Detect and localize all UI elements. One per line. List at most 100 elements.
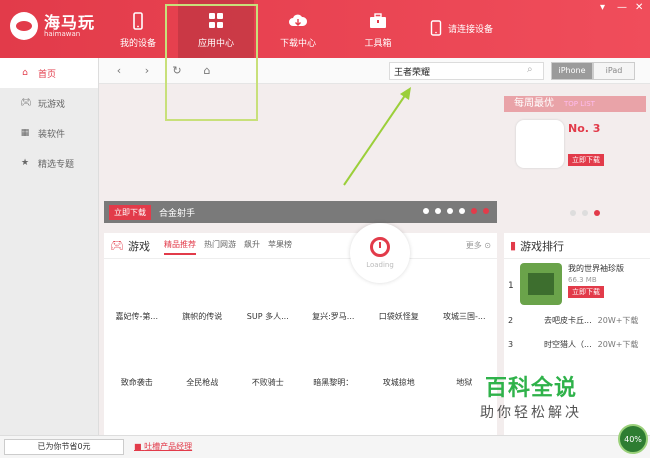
game-item[interactable]: 口袋妖怪复	[366, 311, 432, 322]
games-more-link[interactable]: 更多 ⊙	[466, 240, 491, 251]
tab-hot-online[interactable]: 热门网游	[204, 236, 236, 255]
rank-app-size: 66.3 MB	[568, 276, 597, 284]
connect-device-label: 请连接设备	[448, 24, 494, 35]
app-logo[interactable]: 海马玩 haimawan	[10, 12, 95, 40]
weekly-title: 每周最优	[514, 98, 554, 109]
gamepad-icon: 🎮︎	[110, 239, 124, 252]
pagination-dot[interactable]	[594, 210, 600, 216]
highlight-box	[165, 4, 258, 121]
sidebar-item-label: 首页	[38, 69, 57, 80]
star-icon: ★	[20, 158, 30, 168]
gamepad-icon: 🎮︎	[20, 98, 32, 108]
logo-icon	[10, 12, 38, 40]
sidebar-item-play-games[interactable]: 🎮︎ 玩游戏	[0, 88, 98, 118]
banner-download-button[interactable]: 立即下载	[109, 204, 151, 220]
ranking-row[interactable]: 2 去吧皮卡丘... 20W+下载	[508, 315, 646, 326]
pagination-dot[interactable]	[459, 208, 465, 214]
minimize-icon[interactable]: —	[617, 2, 627, 13]
loading-indicator: Loading	[350, 223, 410, 283]
nav-toolbox-label: 工具箱	[364, 39, 392, 49]
watermark-subtitle: 助你轻松解决	[480, 405, 582, 421]
phone-icon	[430, 20, 442, 36]
banner-title: 合金射手	[159, 208, 196, 219]
game-item[interactable]: 复兴:罗马...	[301, 311, 367, 322]
feedback-link[interactable]: ■ 吐槽产品经理	[134, 441, 192, 452]
menu-icon[interactable]: ▾	[600, 2, 605, 13]
games-panel: 🎮︎ 游戏 精品推荐 热门网游 飙升 苹果榜 更多 ⊙ Loading 嘉妃传-…	[104, 223, 497, 435]
game-row: 嘉妃传-第... 旗帜的传说 SUP 多人... 复兴:罗马... 口袋妖怪复 …	[104, 311, 497, 322]
savings-text: 已为你节省0元	[4, 439, 124, 455]
annotation-arrow	[343, 87, 411, 186]
search-icon[interactable]: ⌕	[527, 64, 533, 75]
pagination-dot[interactable]	[447, 208, 453, 214]
weekly-subtitle: TOP LIST	[564, 100, 595, 108]
weekly-best-panel: 每周最优 TOP LIST No. 3 立即下载	[504, 96, 646, 224]
game-item[interactable]: 暗黑黎明：	[301, 377, 367, 388]
sidebar-item-install-apps[interactable]: ▦ 装软件	[0, 118, 98, 148]
ranking-top-item[interactable]: 1 我的世界袖珍版 66.3 MB 立即下载	[508, 263, 624, 305]
minecraft-app-icon[interactable]	[520, 263, 562, 305]
feedback-label: 吐槽产品经理	[144, 442, 193, 451]
loading-text: Loading	[366, 261, 394, 269]
pagination-dot[interactable]	[435, 208, 441, 214]
game-item[interactable]: 攻城三国-...	[432, 311, 498, 322]
toolbox-icon	[370, 13, 386, 28]
sidebar: ⌂ 首页 🎮︎ 玩游戏 ▦ 装软件 ★ 精选专题	[0, 58, 99, 435]
game-item[interactable]: SUP 多人...	[235, 311, 301, 322]
connect-device-button[interactable]: 请连接设备	[430, 20, 493, 36]
game-item[interactable]: 攻城掠地	[366, 377, 432, 388]
weekly-header: 每周最优 TOP LIST	[504, 96, 646, 112]
forward-icon[interactable]: ›	[139, 63, 155, 79]
ranking-row[interactable]: 3 时空猎人（... 20W+下载	[508, 339, 646, 350]
game-item[interactable]: 嘉妃传-第...	[104, 311, 170, 322]
rank-app-name: 去吧皮卡丘...	[544, 316, 592, 325]
cloud-download-icon	[289, 14, 308, 26]
status-bar: 已为你节省0元 ■ 吐槽产品经理	[0, 435, 650, 458]
sidebar-item-featured[interactable]: ★ 精选专题	[0, 148, 98, 178]
tab-featured[interactable]: 精品推荐	[163, 236, 196, 255]
tab-apple-chart[interactable]: 苹果榜	[268, 236, 292, 255]
rank-download-count: 20W+下载	[597, 316, 639, 325]
rank-download-count: 20W+下载	[597, 340, 639, 349]
rank-download-button[interactable]: 立即下载	[568, 286, 604, 298]
game-item[interactable]: 全民枪战	[170, 377, 236, 388]
game-item[interactable]: 致命袭击	[104, 377, 170, 388]
search-input[interactable]: 王者荣耀	[389, 62, 544, 80]
toggle-ipad[interactable]: iPad	[593, 62, 635, 80]
nav-toolbox[interactable]: 工具箱	[340, 0, 416, 58]
games-title: 游戏	[127, 239, 150, 253]
banner-pagination	[423, 208, 489, 214]
feedback-icon: ■	[134, 442, 142, 451]
sidebar-item-label: 装软件	[38, 129, 66, 140]
game-item[interactable]: 不败骑士	[235, 377, 301, 388]
progress-badge[interactable]: 40%	[618, 424, 648, 454]
weekly-app-icon[interactable]	[516, 120, 564, 168]
game-row: 致命袭击 全民枪战 不败骑士 暗黑黎明： 攻城掠地 地狱	[104, 377, 497, 388]
pagination-dot[interactable]	[582, 210, 588, 216]
featured-banner[interactable]: 立即下载 合金射手	[99, 84, 497, 224]
close-icon[interactable]: ✕	[635, 2, 643, 13]
pagination-dot[interactable]	[570, 210, 576, 216]
toggle-iphone[interactable]: iPhone	[551, 62, 593, 80]
back-icon[interactable]: ‹	[111, 63, 127, 79]
sidebar-item-home[interactable]: ⌂ 首页	[0, 58, 98, 88]
watermark-title: 百科全说	[484, 376, 577, 401]
apps-icon: ▦	[20, 128, 30, 138]
sidebar-item-label: 玩游戏	[38, 99, 66, 110]
games-tabs: 精品推荐 热门网游 飙升 苹果榜	[163, 236, 292, 255]
bar-chart-icon: ▮	[510, 239, 517, 252]
tab-rising[interactable]: 飙升	[244, 236, 260, 255]
nav-download-center-label: 下载中心	[279, 39, 316, 49]
nav-download-center[interactable]: 下载中心	[260, 0, 336, 58]
pagination-dot[interactable]	[471, 208, 477, 214]
ranking-title: 游戏排行	[520, 239, 565, 253]
pagination-dot[interactable]	[483, 208, 489, 214]
logo-text: 海马玩	[44, 12, 96, 32]
stopwatch-icon	[370, 237, 390, 257]
game-item[interactable]: 旗帜的传说	[170, 311, 236, 322]
pagination-dot[interactable]	[423, 208, 429, 214]
rank-number: 3	[508, 340, 514, 349]
weekly-download-button[interactable]: 立即下载	[568, 154, 604, 166]
weekly-pagination	[570, 210, 600, 216]
rank-app-name: 时空猎人（...	[544, 340, 592, 349]
